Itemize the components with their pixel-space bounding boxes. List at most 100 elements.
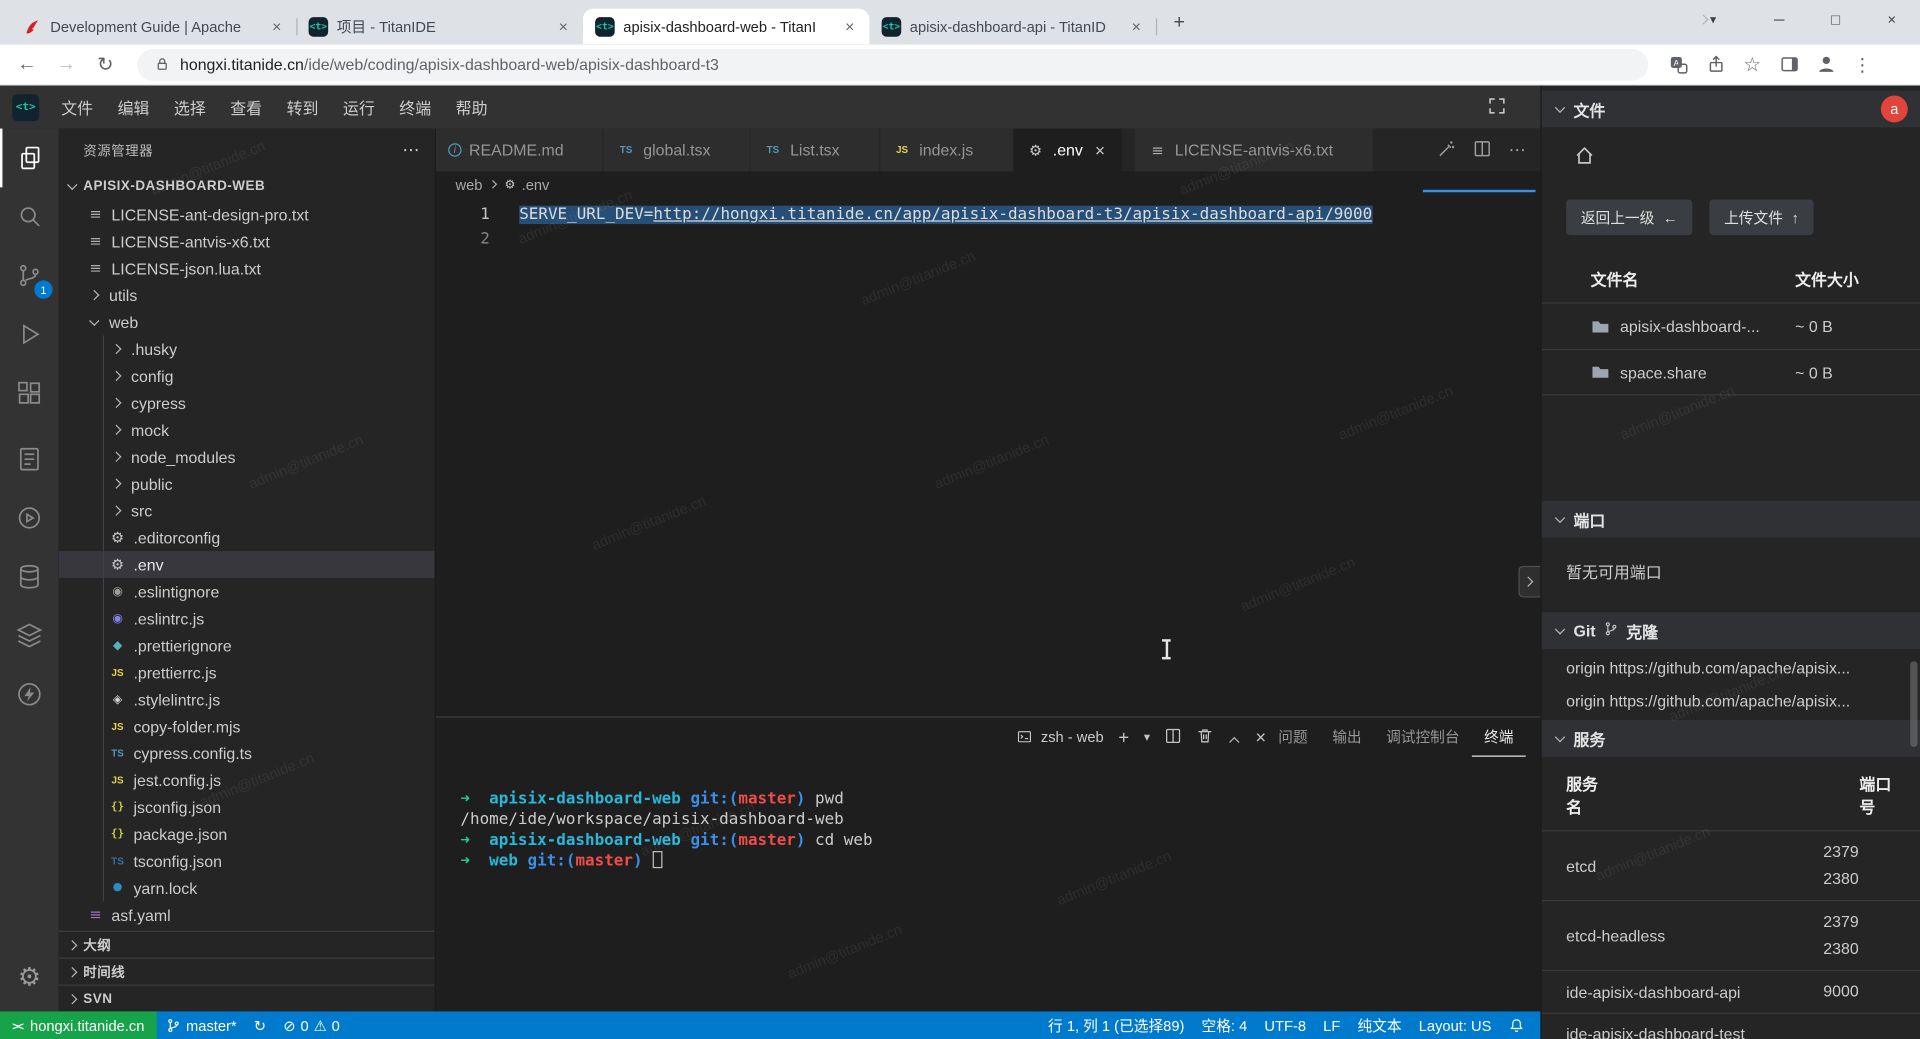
tree-item[interactable]: asf.yaml: [59, 901, 435, 928]
file-row[interactable]: space.share ~ 0 B: [1542, 349, 1920, 396]
tree-item[interactable]: .prettierrc.js: [59, 659, 435, 686]
section-header-git[interactable]: Git 克隆: [1542, 612, 1920, 649]
tree-item[interactable]: cypress: [59, 389, 435, 416]
extensions-icon[interactable]: [0, 364, 59, 423]
tree-item[interactable]: node_modules: [59, 443, 435, 470]
translate-icon[interactable]: A: [1663, 48, 1695, 80]
panel-tab[interactable]: 输出: [1320, 718, 1374, 757]
window-close-button[interactable]: ×: [1864, 0, 1920, 39]
panel-tab[interactable]: 问题: [1266, 718, 1320, 757]
home-icon[interactable]: [1573, 144, 1920, 170]
tree-item[interactable]: cypress.config.ts: [59, 740, 435, 767]
section-header-services[interactable]: 服务: [1542, 720, 1920, 757]
git-remote-row[interactable]: origin https://github.com/apache/apisix.…: [1542, 682, 1920, 715]
tree-item[interactable]: .stylelintrc.js: [59, 686, 435, 713]
power-icon[interactable]: [0, 665, 59, 724]
tree-item[interactable]: tsconfig.json: [59, 847, 435, 874]
upload-button[interactable]: 上传文件 ↑: [1709, 200, 1813, 236]
go-up-button[interactable]: 返回上一级 ←: [1566, 200, 1692, 236]
maximize-panel-icon[interactable]: [1228, 733, 1240, 745]
new-tab-button[interactable]: +: [1163, 7, 1195, 39]
git-remote-row[interactable]: origin https://github.com/apache/apisix.…: [1542, 649, 1920, 682]
notebook-icon[interactable]: [0, 430, 59, 489]
sync-status[interactable]: ↻: [245, 1011, 274, 1039]
section-header-ports[interactable]: 端口: [1542, 501, 1920, 538]
browser-tab[interactable]: apisix-dashboard-api - TitanID ×: [869, 9, 1156, 45]
tab-search-chevron-icon[interactable]: ▾: [1695, 11, 1732, 28]
language-mode[interactable]: 纯文本: [1349, 1011, 1410, 1039]
tree-item[interactable]: copy-folder.mjs: [59, 713, 435, 740]
tab-close-icon[interactable]: ×: [1090, 140, 1110, 160]
file-row[interactable]: apisix-dashboard-... ~ 0 B: [1542, 302, 1920, 349]
menu-item[interactable]: 文件: [49, 86, 105, 129]
user-avatar[interactable]: a: [1881, 96, 1908, 123]
forward-button[interactable]: →: [49, 47, 83, 81]
tree-item[interactable]: .editorconfig: [59, 524, 435, 551]
tree-item[interactable]: package.json: [59, 820, 435, 847]
tree-item[interactable]: .prettierignore: [59, 632, 435, 659]
side-panel-icon[interactable]: [1773, 48, 1805, 80]
source-control-icon[interactable]: 1: [0, 246, 59, 305]
tree-item[interactable]: config: [59, 362, 435, 389]
tree-item[interactable]: LICENSE-ant-design-pro.txt: [59, 201, 435, 228]
tab-close-icon[interactable]: ×: [553, 17, 573, 37]
fullscreen-icon[interactable]: [1488, 97, 1506, 119]
explorer-icon[interactable]: [0, 129, 59, 188]
tab-close-icon[interactable]: ×: [840, 17, 860, 37]
tree-item[interactable]: yarn.lock: [59, 874, 435, 901]
tree-item[interactable]: mock: [59, 416, 435, 443]
editor-more-icon[interactable]: ⋯: [1509, 140, 1526, 161]
panel-tab[interactable]: 终端: [1472, 718, 1526, 757]
sidebar-section[interactable]: SVN: [59, 984, 435, 1011]
problems-status[interactable]: ⊘ 0 ⚠ 0: [275, 1011, 349, 1039]
tree-item[interactable]: .eslintignore: [59, 578, 435, 605]
database-icon[interactable]: [0, 547, 59, 606]
tree-item[interactable]: jest.config.js: [59, 767, 435, 794]
reload-button[interactable]: ↻: [88, 47, 122, 81]
menu-item[interactable]: 终端: [387, 86, 443, 129]
split-terminal-icon[interactable]: [1165, 727, 1182, 748]
editor-tab[interactable]: global.tsx ×: [604, 129, 751, 172]
breadcrumb-folder[interactable]: web: [456, 176, 483, 193]
more-actions-icon[interactable]: ⋯: [402, 140, 420, 161]
right-panel-toggle[interactable]: [1518, 566, 1540, 598]
tab-close-icon[interactable]: ×: [267, 17, 287, 37]
menu-item[interactable]: 转到: [274, 86, 330, 129]
preview-run-icon[interactable]: [0, 489, 59, 548]
tree-item[interactable]: .husky: [59, 336, 435, 363]
code-link[interactable]: http://hongxi.titanide.cn/app/apisix-das…: [653, 206, 1372, 224]
layers-icon[interactable]: [0, 606, 59, 665]
tree-item[interactable]: .eslintrc.js: [59, 605, 435, 632]
breadcrumb-file[interactable]: .env: [522, 176, 550, 193]
site-lock-icon[interactable]: [154, 56, 170, 72]
section-header-files[interactable]: 文件 a: [1542, 91, 1920, 128]
run-debug-icon[interactable]: [0, 305, 59, 364]
bookmark-star-icon[interactable]: ☆: [1736, 48, 1768, 80]
keyboard-layout[interactable]: Layout: US: [1410, 1011, 1500, 1039]
profile-avatar[interactable]: [1810, 48, 1842, 80]
git-branch-status[interactable]: master*: [157, 1011, 246, 1039]
notifications-bell-icon[interactable]: [1500, 1011, 1533, 1039]
service-row[interactable]: etcd-headless 2379 2380: [1542, 900, 1920, 970]
tree-item[interactable]: jsconfig.json: [59, 793, 435, 820]
browser-tab[interactable]: Development Guide | Apache ×: [10, 9, 297, 45]
close-panel-icon[interactable]: ×: [1255, 727, 1266, 748]
tree-item[interactable]: web: [59, 309, 435, 336]
code-editor[interactable]: 1SERVE_URL_DEV=http://hongxi.titanide.cn…: [436, 198, 1540, 716]
terminal[interactable]: ➜ apisix-dashboard-web git:(master) pwd …: [436, 757, 1540, 872]
menu-item[interactable]: 编辑: [105, 86, 161, 129]
tree-item[interactable]: .env: [59, 551, 435, 578]
window-minimize-button[interactable]: ─: [1751, 0, 1807, 39]
tree-item[interactable]: utils: [59, 282, 435, 309]
browser-tab[interactable]: apisix-dashboard-web - TitanI ×: [583, 9, 870, 45]
browser-tab[interactable]: 项目 - TitanIDE ×: [296, 9, 583, 45]
magic-wand-icon[interactable]: [1438, 139, 1456, 161]
service-row[interactable]: ide-apisix-dashboard-api 9000: [1542, 970, 1920, 1013]
tree-item[interactable]: public: [59, 470, 435, 497]
settings-gear-icon[interactable]: ⚙: [0, 953, 59, 1002]
terminal-session[interactable]: zsh - web: [1016, 729, 1103, 746]
sidebar-section[interactable]: 大纲: [59, 931, 435, 958]
scrollbar-thumb[interactable]: [1910, 661, 1917, 747]
address-bar[interactable]: hongxi.titanide.cn/ide/web/coding/apisix…: [137, 48, 1648, 80]
editor-tab[interactable]: LICENSE-antvis-x6.txt ×: [1136, 129, 1374, 172]
